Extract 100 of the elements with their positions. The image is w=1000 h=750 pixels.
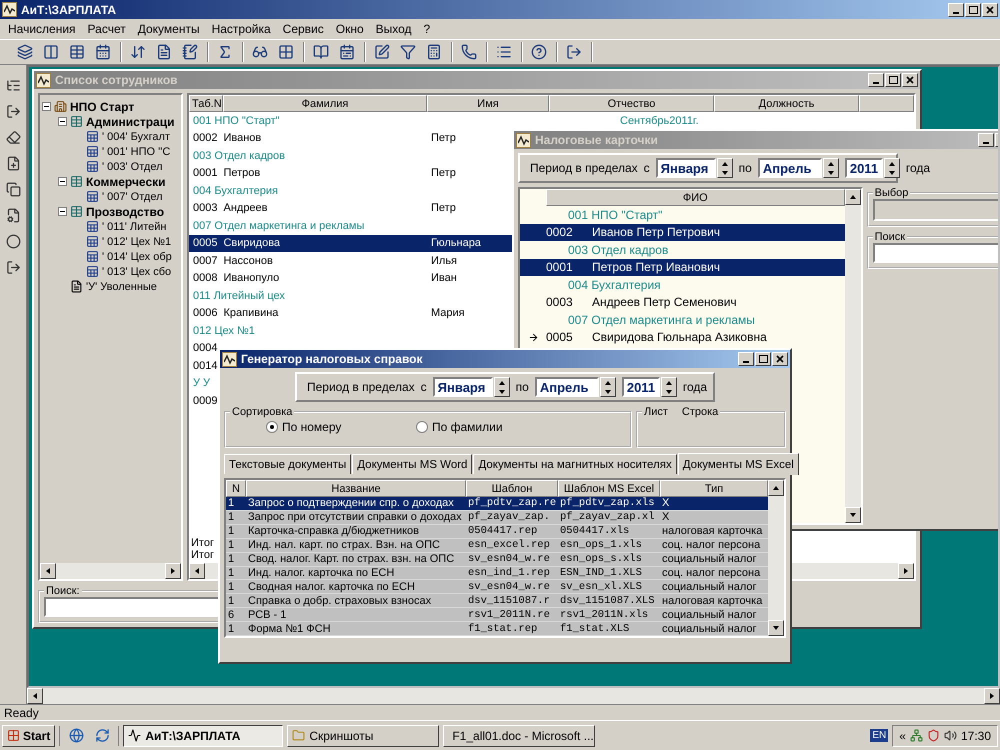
- tree-item[interactable]: НПО Старт: [70, 100, 134, 114]
- column-header[interactable]: Должность: [714, 95, 859, 112]
- scrollbar[interactable]: [27, 688, 1000, 704]
- menu-item[interactable]: Начисления: [2, 22, 82, 36]
- menu-item[interactable]: Выход: [370, 22, 418, 36]
- tree-item[interactable]: Прозводство: [86, 204, 164, 218]
- year-field[interactable]: 2011: [844, 158, 883, 178]
- spin-button[interactable]: [884, 158, 900, 178]
- maximize-button[interactable]: [965, 2, 981, 16]
- tab[interactable]: Текстовые документы: [224, 454, 352, 474]
- tree-item[interactable]: ' 007' Отдел: [102, 190, 162, 202]
- collapse-toggle[interactable]: [58, 207, 67, 216]
- tab[interactable]: Документы MS Word: [352, 454, 472, 474]
- column-header[interactable]: Шаблон MS Excel: [558, 480, 660, 497]
- tree-item[interactable]: ' 013' Цех сбо: [102, 266, 172, 278]
- table-row[interactable]: 1 Запрос при отсутствии справки о доходах pf_zayav_zap. pf_zayav_zap.xl X: [226, 510, 768, 525]
- radio-button[interactable]: [266, 421, 278, 433]
- table-row[interactable]: 0005 Свиридова Гюльнара Азиковна: [520, 328, 845, 346]
- year-field[interactable]: 2011: [622, 377, 660, 397]
- column-header[interactable]: Фамилия: [223, 95, 427, 112]
- table-row[interactable]: 003 Отдел кадров: [520, 241, 845, 258]
- tab[interactable]: Документы на магнитных носителях: [473, 454, 677, 474]
- spin-button[interactable]: [822, 158, 839, 178]
- menu-item[interactable]: ?: [418, 22, 436, 36]
- month-field[interactable]: Апрель: [534, 377, 599, 397]
- collapse-toggle[interactable]: [58, 117, 67, 126]
- menu-item[interactable]: Расчет: [82, 22, 132, 36]
- choice-field[interactable]: [872, 199, 998, 221]
- collapse-toggle[interactable]: [42, 102, 51, 111]
- radio-option[interactable]: По фамилии: [416, 420, 566, 434]
- spin-button[interactable]: [494, 377, 510, 397]
- maximize-button[interactable]: [885, 73, 901, 87]
- column-header[interactable]: N: [226, 480, 246, 497]
- table-row[interactable]: 0003 Андреев Петр Семенович: [520, 294, 845, 311]
- tab[interactable]: Документы MS Excel: [678, 453, 799, 475]
- column-header[interactable]: Шаблон: [466, 480, 558, 497]
- column-header[interactable]: Тип: [660, 480, 768, 497]
- minimize-button[interactable]: [868, 73, 884, 87]
- minimize-button[interactable]: [738, 352, 754, 366]
- close-button[interactable]: [902, 73, 918, 87]
- toolbar-button[interactable]: [529, 42, 549, 62]
- column-header[interactable]: Имя: [427, 95, 549, 112]
- table-row[interactable]: 1 Сводная налог. карточка по ЕСН sv_esn04_w.re sv_esn_xl.XLS социальный налог: [226, 580, 768, 594]
- column-header[interactable]: ФИО: [546, 189, 845, 206]
- menu-item[interactable]: Документы: [132, 22, 206, 36]
- month-field[interactable]: Января: [656, 158, 716, 178]
- menu-item[interactable]: Окно: [330, 22, 370, 36]
- radio-option[interactable]: По номеру: [266, 420, 416, 434]
- spin-button[interactable]: [716, 158, 733, 178]
- taskbar-task[interactable]: Скриншоты: [287, 724, 440, 746]
- tree-item[interactable]: ' 004' Бухгалт: [102, 130, 170, 142]
- table-row[interactable]: 6 РСВ - 1 rsv1_2011N.re rsv1_2011N.xls социальный налог: [226, 608, 768, 622]
- tree-item[interactable]: ' 012' Цех №1: [102, 236, 172, 248]
- taskbar-task[interactable]: F1_all01.doc - Microsoft ...: [443, 724, 596, 746]
- month-field[interactable]: Января: [432, 377, 493, 397]
- table-row[interactable]: 1 Запрос о подтверждении спр. о доходах pf_pdtv_zap.re pf_pdtv_zap.xls X: [226, 497, 768, 511]
- tree-item[interactable]: Администраци: [86, 114, 174, 128]
- radio-button[interactable]: [416, 421, 428, 433]
- search-field[interactable]: [872, 243, 998, 263]
- tree-item[interactable]: Коммерчески: [86, 174, 166, 188]
- scrollbar[interactable]: [40, 563, 181, 579]
- table-row[interactable]: 007 Отдел маркетинга и рекламы: [520, 311, 845, 328]
- minimize-button[interactable]: [978, 133, 994, 147]
- spin-button[interactable]: [600, 377, 616, 397]
- menu-item[interactable]: Настройка: [206, 22, 277, 36]
- table-row[interactable]: 0002 Иванов Петр Петрович: [520, 224, 845, 241]
- table-row[interactable]: 1 Справка о добр. страховых взносах dsv_1151087.r dsv_1151087.XLS налоговая карточка: [226, 594, 768, 608]
- table-row[interactable]: 1 Карточка-справка д/бюджетников 0504417.rep 0504417.xls налоговая карточка: [226, 524, 768, 539]
- spin-button[interactable]: [660, 377, 677, 397]
- tree-item[interactable]: ' 011' Литейн: [102, 220, 166, 232]
- month-field[interactable]: Апрель: [758, 158, 822, 178]
- toolbar-button[interactable]: [15, 42, 35, 62]
- table-row[interactable]: 1 Свод. налог. Карт. по страх. взн. на ОПС sv_esn04_w.re esn_ops_s.xls социальный налог: [226, 552, 768, 567]
- scrollbar[interactable]: [768, 480, 784, 636]
- scrollbar[interactable]: [844, 189, 861, 523]
- column-header[interactable]: Название: [246, 480, 466, 497]
- close-button[interactable]: [772, 352, 788, 366]
- menu-item[interactable]: Сервис: [276, 22, 330, 36]
- table-row[interactable]: 1 Инд. налог. карточка по ЕСН esn_ind_1.rep ESN_IND_1.XLS соц. налог персона: [226, 566, 768, 580]
- collapse-toggle[interactable]: [58, 177, 67, 186]
- table-row[interactable]: 001 НПО "Старт" Сентябрь2011г.: [189, 112, 914, 130]
- close-button[interactable]: [982, 2, 998, 16]
- taskbar-task[interactable]: АиТ:\ЗАРПЛАТА: [123, 724, 284, 746]
- window-title-bar[interactable]: Генератор налоговых справок: [220, 350, 790, 368]
- language-indicator[interactable]: EN: [870, 729, 888, 742]
- column-header[interactable]: Отчество: [549, 95, 714, 112]
- tray-expand[interactable]: «: [899, 728, 906, 742]
- table-row[interactable]: 0001 Петров Петр Иванович: [520, 258, 845, 276]
- start-button[interactable]: Start: [2, 724, 56, 746]
- tree-item[interactable]: 'У' Уволенные: [86, 280, 157, 292]
- tree-item[interactable]: ' 001' НПО ''С: [102, 146, 170, 158]
- minimize-button[interactable]: [948, 2, 964, 16]
- toolbar-button[interactable]: [459, 42, 479, 62]
- toolbar-button[interactable]: [180, 42, 200, 62]
- maximize-button[interactable]: [755, 352, 771, 366]
- column-header[interactable]: Таб.N: [189, 95, 223, 112]
- tree-item[interactable]: ' 014' Цех обр: [102, 250, 172, 262]
- table-row[interactable]: 1 Форма №1 ФСН f1_stat.rep f1_stat.XLS социальный налог: [226, 622, 768, 636]
- table-row[interactable]: 001 НПО "Старт": [520, 206, 845, 224]
- table-row[interactable]: 004 Бухгалтерия: [520, 276, 845, 294]
